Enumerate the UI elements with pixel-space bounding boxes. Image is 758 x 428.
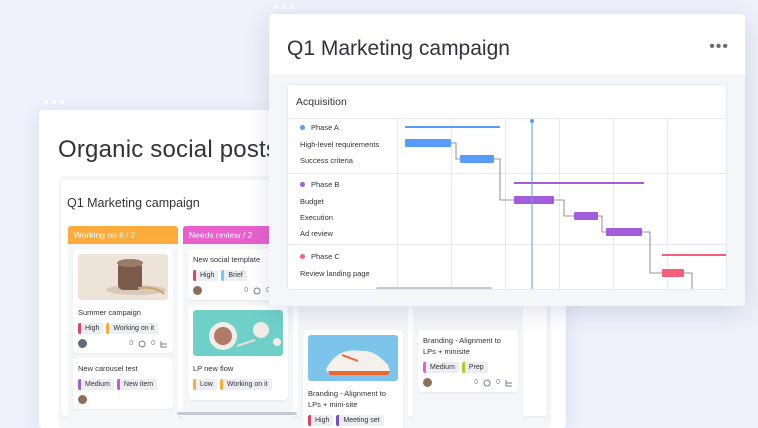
card-image — [308, 335, 398, 381]
avatar[interactable] — [78, 395, 87, 404]
comment-count: 0 — [129, 340, 134, 347]
card-image — [193, 310, 283, 356]
subitem-count: 0 — [151, 340, 155, 347]
window-title: Q1 Marketing campaign — [287, 37, 510, 60]
status-tag[interactable]: Brief — [221, 270, 247, 281]
comment-icon — [483, 379, 491, 386]
status-tag[interactable]: Working on it — [219, 379, 272, 390]
kanban-column-working: Working on it / 2 Summer campaign High W… — [68, 226, 178, 428]
gantt-bar-review-landing-page — [662, 269, 684, 277]
card-title: LP new flow — [193, 364, 234, 373]
priority-tag[interactable]: Medium — [423, 362, 459, 373]
priority-tag[interactable]: High — [193, 270, 219, 281]
priority-tag[interactable]: High — [78, 323, 104, 334]
gantt-chart: Acquisition Phase A High-level requireme… — [287, 84, 727, 290]
card-title: Branding - Alignment to LPs + minisite — [423, 336, 501, 356]
gantt-bars — [405, 119, 726, 289]
dependency-arrow — [598, 215, 606, 233]
dependency-arrow — [451, 142, 460, 160]
page-title: Organic social posts — [58, 136, 279, 163]
dependency-arrow — [554, 199, 574, 217]
kanban-card[interactable]: Summer campaign High Working on it 0 0 — [73, 249, 173, 353]
column-header[interactable]: Working on it / 2 — [68, 226, 178, 244]
status-tag[interactable]: Working on it — [106, 323, 159, 334]
priority-tag[interactable]: Medium — [78, 379, 114, 390]
comment-count: 0 — [244, 287, 249, 294]
status-tag[interactable]: Meeting set — [336, 415, 384, 426]
card-title: Summer campaign — [78, 308, 141, 317]
card-title: New carousel test — [78, 364, 138, 373]
gantt-bar-execution — [574, 212, 598, 220]
horizontal-scrollbar[interactable] — [177, 412, 297, 415]
kanban-card[interactable]: LP new flow Low Working on it — [188, 305, 288, 400]
q1-marketing-campaign-window: Q1 Marketing campaign ••• Acquisition Ph… — [269, 14, 745, 306]
status-tag[interactable]: Prep — [461, 362, 488, 373]
window-dots — [274, 5, 294, 9]
dependency-arrow — [642, 231, 662, 274]
priority-tag[interactable]: High — [308, 415, 334, 426]
gantt-bar-high-level-requirements — [405, 139, 451, 147]
column-body: Summer campaign High Working on it 0 0 N… — [68, 244, 178, 428]
kanban-card[interactable]: Branding - Alignment to LPs + minisite M… — [418, 330, 518, 392]
subitem-count: 0 — [496, 379, 500, 386]
kanban-card[interactable]: New carousel test Medium New item — [73, 358, 173, 409]
today-marker-dot — [530, 119, 534, 123]
card-title: Branding - Alignment to LPs + mini-site — [308, 389, 386, 409]
board-title: Q1 Marketing campaign — [67, 196, 200, 210]
comment-count: 0 — [474, 379, 479, 386]
gantt-scrollbar[interactable] — [376, 287, 492, 289]
status-tag[interactable]: New item — [116, 379, 158, 390]
subitems-icon — [160, 340, 167, 347]
avatar[interactable] — [78, 339, 87, 348]
subitems-icon — [505, 379, 512, 386]
avatar[interactable] — [193, 286, 202, 295]
more-options-icon[interactable]: ••• — [709, 38, 729, 56]
comment-icon — [253, 287, 261, 294]
gantt-bar-budget — [514, 196, 554, 204]
priority-tag[interactable]: Low — [193, 379, 217, 390]
window-dots — [44, 100, 64, 104]
gantt-bar-ad-review — [606, 228, 642, 236]
comment-icon — [138, 340, 146, 347]
card-image — [78, 254, 168, 300]
kanban-card[interactable]: Branding - Alignment to LPs + mini-site … — [303, 330, 403, 428]
dependency-arrow — [494, 158, 514, 201]
avatar[interactable] — [423, 378, 432, 387]
dependency-arrow — [684, 272, 693, 289]
gantt-bar-success-criteria — [460, 155, 494, 163]
